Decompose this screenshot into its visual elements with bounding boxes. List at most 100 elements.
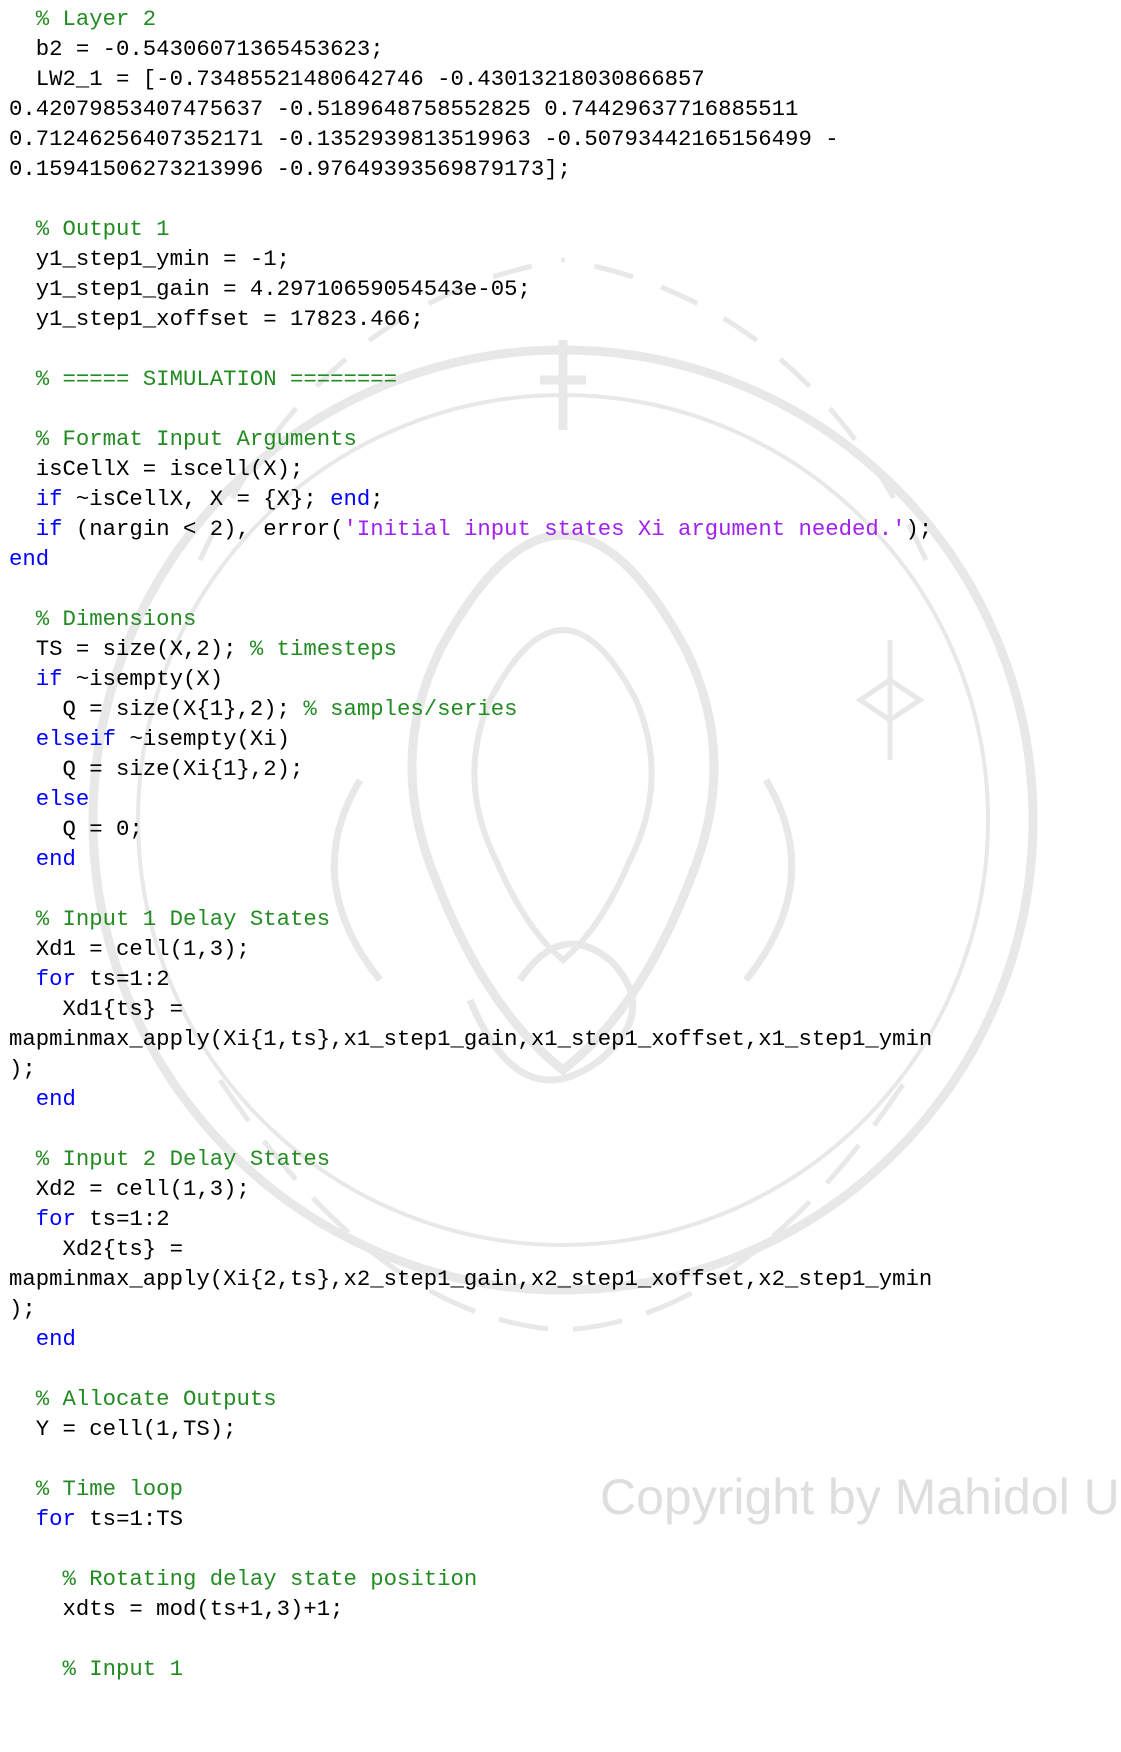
code-line: isCellX = iscell(X); [9,454,932,484]
code-line: % Input 1 [9,1654,932,1684]
code-line: Xd1 = cell(1,3); [9,934,932,964]
code-text: Xd2{ts} = [9,1236,183,1262]
code-text: (nargin < 2), error( [62,516,344,542]
code-keyword: end [35,846,76,872]
code-text: ts=1:TS [75,1506,183,1532]
code-line: 0.42079853407475637 -0.5189648758552825 … [9,94,932,124]
code-line: % Dimensions [9,604,932,634]
code-comment: % samples/series [303,696,518,722]
code-line: else [9,784,932,814]
code-text: ~isempty(X) [62,666,224,692]
code-line: b2 = -0.54306071365453623; [9,34,932,64]
document-page: % Layer 2 b2 = -0.54306071365453623; LW2… [0,0,1121,1752]
code-text: mapminmax_apply(Xi{2,ts},x2_step1_gain,x… [9,1266,933,1292]
code-line: TS = size(X,2); % timesteps [9,634,932,664]
code-text: ~isCellX, X = {X}; [62,486,331,512]
code-line: % Allocate Outputs [9,1384,932,1414]
code-text: 0.42079853407475637 -0.5189648758552825 … [9,96,799,122]
code-keyword: if [35,516,63,542]
code-line: if (nargin < 2), error('Initial input st… [9,514,933,544]
code-line: Y = cell(1,TS); [9,1414,932,1444]
code-text: Y = cell(1,TS); [9,1416,237,1442]
code-line: % Output 1 [9,214,932,244]
code-comment: % Time loop [9,1476,183,1502]
code-keyword: elseif [35,726,117,752]
code-text: Xd1{ts} = [9,996,183,1022]
code-listing: % Layer 2 b2 = -0.54306071365453623; LW2… [9,4,932,1684]
code-text: ); [9,1296,36,1322]
code-line: xdts = mod(ts+1,3)+1; [9,1594,932,1624]
code-string: 'Initial input states Xi argument needed… [343,516,906,542]
code-line: ); [9,1294,932,1324]
code-text: ts=1:2 [75,1206,170,1232]
code-line: % Input 1 Delay States [9,904,932,934]
code-keyword: end [35,1086,76,1112]
code-line: end [9,544,932,574]
code-line: if ~isCellX, X = {X}; end; [9,484,932,514]
code-keyword: end [330,486,371,512]
code-comment: % ===== SIMULATION ======== [9,366,398,392]
code-line: Q = size(X{1},2); % samples/series [9,694,932,724]
code-text: ~isempty(Xi) [116,726,291,752]
code-line: Xd2 = cell(1,3); [9,1174,932,1204]
code-comment: % Rotating delay state position [9,1566,478,1592]
code-line: if ~isempty(X) [9,664,932,694]
code-text: Xd1 = cell(1,3); [9,936,250,962]
code-line: Xd1{ts} = [9,994,932,1024]
code-line: % Rotating delay state position [9,1564,932,1594]
code-line: y1_step1_gain = 4.29710659054543e-05; [9,274,932,304]
code-text: xdts = mod(ts+1,3)+1; [9,1596,344,1622]
code-text: 0.71246256407352171 -0.1352939813519963 … [9,126,839,152]
code-text: y1_step1_ymin = -1; [9,246,290,272]
code-comment: % Input 1 Delay States [9,906,331,932]
code-text: TS = size(X,2); [9,636,250,662]
code-line: LW2_1 = [-0.73485521480642746 -0.4301321… [9,64,932,94]
code-keyword: if [35,486,63,512]
code-keyword: for [35,1506,76,1532]
code-line: % Format Input Arguments [9,424,932,454]
code-line: % ===== SIMULATION ======== [9,364,932,394]
code-text: y1_step1_gain = 4.29710659054543e-05; [9,276,531,302]
code-text: Q = 0; [9,816,143,842]
code-line: % Input 2 Delay States [9,1144,932,1174]
code-comment: % timesteps [249,636,398,662]
code-line: Q = 0; [9,814,932,844]
code-line: end [9,1084,932,1114]
code-line: mapminmax_apply(Xi{2,ts},x2_step1_gain,x… [9,1264,932,1294]
code-text: Q = size(Xi{1},2); [9,756,304,782]
code-line: % Layer 2 [9,4,932,34]
code-text: ); [905,516,933,542]
code-line: ); [9,1054,932,1084]
code-keyword: else [35,786,90,812]
code-line: y1_step1_xoffset = 17823.466; [9,304,932,334]
code-keyword: if [35,666,63,692]
code-line: end [9,844,932,874]
code-text: ts=1:2 [75,966,170,992]
code-comment: % Layer 2 [9,6,157,32]
code-keyword: for [35,1206,76,1232]
code-comment: % Dimensions [9,606,197,632]
code-text: 0.15941506273213996 -0.97649393569879173… [9,156,571,182]
code-line: Xd2{ts} = [9,1234,932,1264]
code-line: 0.15941506273213996 -0.97649393569879173… [9,154,932,184]
code-text: isCellX = iscell(X); [9,456,304,482]
code-text: b2 = -0.54306071365453623; [9,36,384,62]
code-text: Q = size(X{1},2); [9,696,304,722]
code-keyword: end [35,1326,76,1352]
code-line: for ts=1:2 [9,964,932,994]
